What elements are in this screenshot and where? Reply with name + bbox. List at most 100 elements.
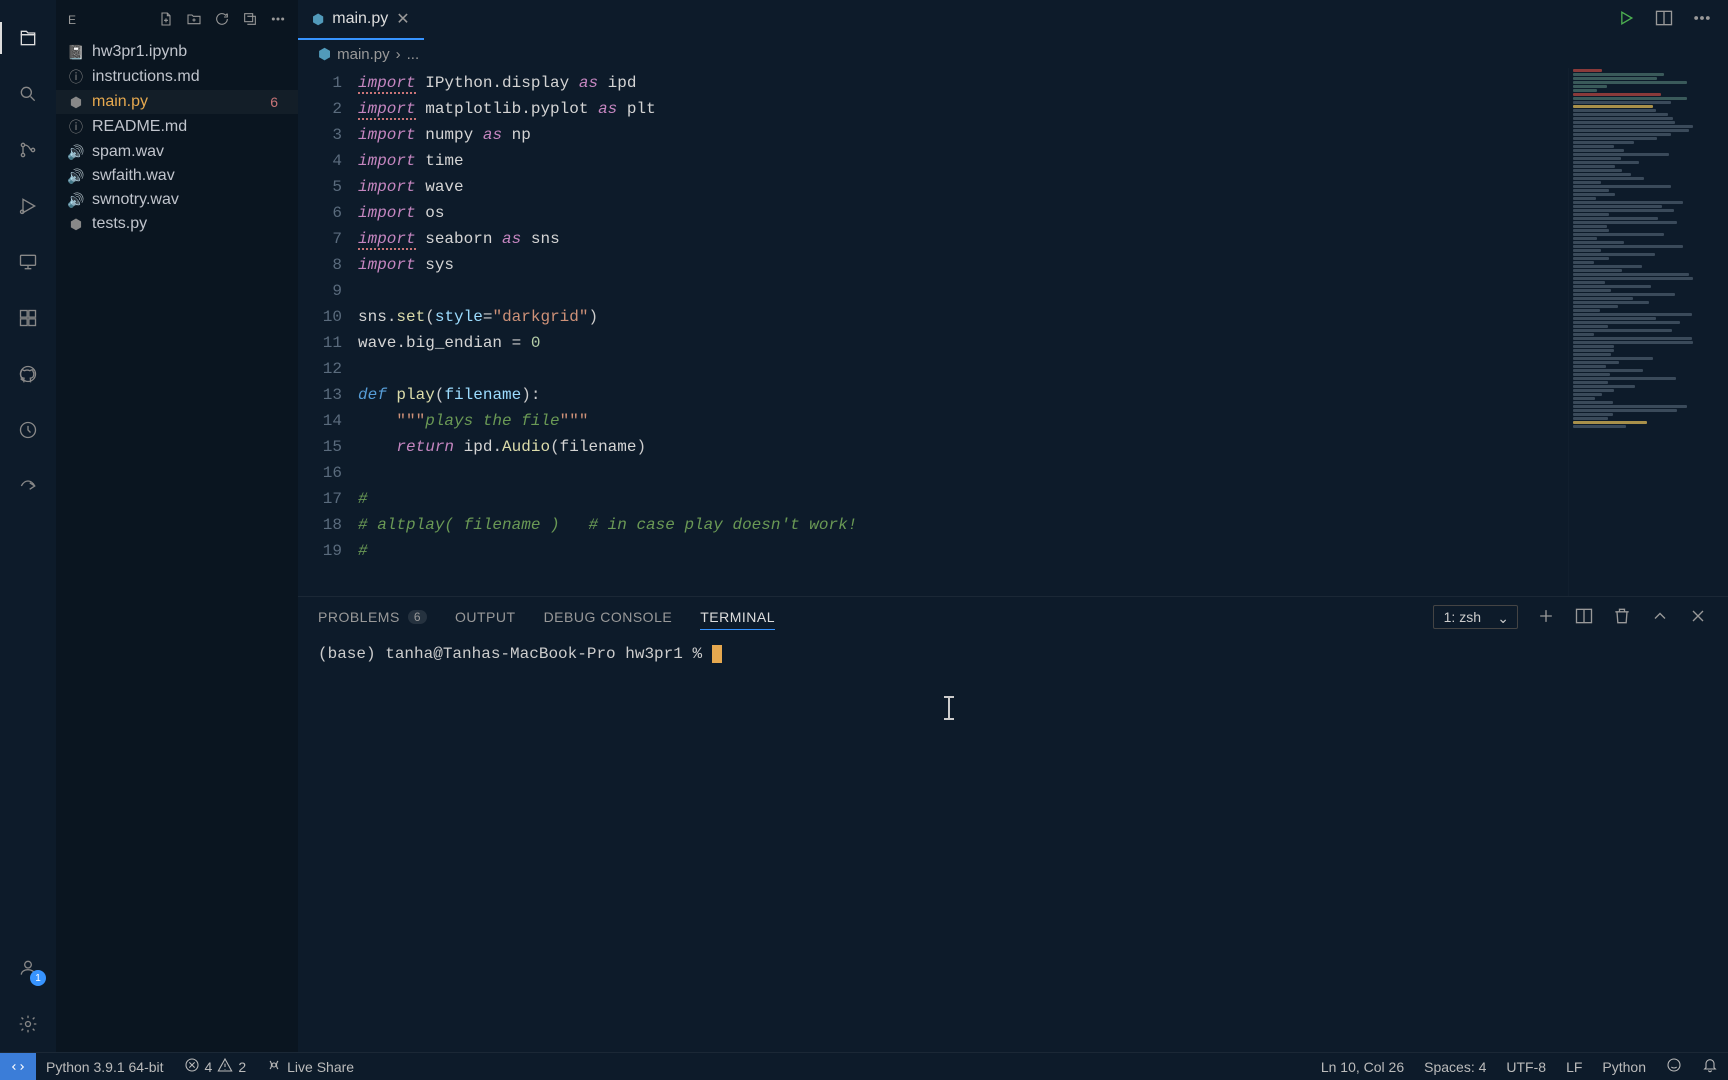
timeline-icon[interactable]	[12, 414, 44, 446]
status-notifications-icon[interactable]	[1692, 1057, 1728, 1076]
file-name: swnotry.wav	[92, 191, 179, 209]
file-item[interactable]: 🔊 swfaith.wav	[56, 164, 298, 188]
notebook-icon: 📓	[68, 44, 84, 61]
file-list: 📓 hw3pr1.ipynb ⓘ instructions.md ⬢ main.py 6 ⓘ R…	[56, 40, 298, 1052]
status-label: Python	[1602, 1059, 1646, 1075]
explorer-icon[interactable]	[12, 22, 44, 54]
file-name: hw3pr1.ipynb	[92, 43, 187, 61]
status-label: Ln 10, Col 26	[1321, 1059, 1404, 1075]
file-item[interactable]: ⓘ README.md	[56, 114, 298, 140]
new-file-icon[interactable]	[158, 11, 174, 30]
collapse-all-icon[interactable]	[242, 11, 258, 30]
extensions-icon[interactable]	[12, 302, 44, 334]
audio-icon: 🔊	[68, 144, 84, 161]
info-icon: ⓘ	[68, 67, 84, 87]
code-content[interactable]: import IPython.display as ipdimport matp…	[358, 68, 1728, 596]
tab-filename: main.py	[332, 10, 388, 28]
terminal-selector-label: 1: zsh	[1444, 609, 1481, 625]
new-terminal-icon[interactable]	[1536, 606, 1556, 629]
info-icon: ⓘ	[68, 117, 84, 137]
text-cursor-icon	[948, 697, 950, 719]
status-problems[interactable]: 4 2	[174, 1057, 257, 1076]
panel-tabs: PROBLEMS 6 OUTPUT DEBUG CONSOLE TERMINAL…	[298, 597, 1728, 637]
kill-terminal-icon[interactable]	[1612, 606, 1632, 629]
file-item[interactable]: ⬢tests.py	[56, 212, 298, 236]
status-bar: Python 3.9.1 64-bit 4 2 Live Share Ln 10…	[0, 1052, 1728, 1080]
breadcrumb-more: ...	[407, 46, 420, 63]
status-label: UTF-8	[1506, 1059, 1546, 1075]
minimap[interactable]	[1568, 68, 1728, 596]
file-item[interactable]: 🔊 swnotry.wav	[56, 188, 298, 212]
activity-bar: 1	[0, 0, 56, 1052]
status-warning-count: 2	[238, 1059, 246, 1075]
audio-icon: 🔊	[68, 192, 84, 209]
remote-indicator[interactable]	[0, 1053, 36, 1080]
status-language[interactable]: Python	[1592, 1057, 1656, 1076]
split-editor-icon[interactable]	[1654, 8, 1674, 33]
file-name: README.md	[92, 118, 187, 136]
line-numbers-gutter: 12345678910111213141516171819	[298, 68, 358, 596]
panel-tab-output[interactable]: OUTPUT	[455, 609, 516, 625]
file-problem-count: 6	[270, 94, 286, 110]
file-item[interactable]: ⬢ main.py 6	[56, 90, 298, 114]
file-item[interactable]: 📓 hw3pr1.ipynb	[56, 40, 298, 64]
share-icon[interactable]	[12, 470, 44, 502]
panel-tab-debug-console[interactable]: DEBUG CONSOLE	[544, 609, 673, 625]
new-folder-icon[interactable]	[186, 11, 202, 30]
explorer-sidebar: E 📓 hw3pr1.ipynb ⓘ instructions.md ⬢ main.py 6…	[56, 0, 298, 1052]
panel-tab-problems[interactable]: PROBLEMS 6	[318, 609, 427, 625]
run-file-icon[interactable]	[1616, 8, 1636, 33]
remote-explorer-icon[interactable]	[12, 246, 44, 278]
status-cursor-position[interactable]: Ln 10, Col 26	[1311, 1057, 1414, 1076]
status-live-share[interactable]: Live Share	[256, 1057, 364, 1076]
terminal-prompt: (base) tanha@Tanhas-MacBook-Pro hw3pr1 %	[318, 645, 712, 663]
terminal-body[interactable]: (base) tanha@Tanhas-MacBook-Pro hw3pr1 %	[298, 637, 1728, 1052]
panel-tab-terminal[interactable]: TERMINAL	[700, 609, 775, 630]
warning-icon	[217, 1057, 233, 1076]
github-icon[interactable]	[12, 358, 44, 390]
accounts-icon[interactable]: 1	[12, 952, 44, 984]
file-name: swfaith.wav	[92, 167, 175, 185]
code-editor[interactable]: 12345678910111213141516171819 import IPy…	[298, 68, 1728, 596]
close-panel-icon[interactable]	[1688, 606, 1708, 629]
sidebar-title: E	[68, 13, 76, 27]
file-item[interactable]: 🔊 spam.wav	[56, 140, 298, 164]
source-control-icon[interactable]	[12, 134, 44, 166]
panel-tab-label: TERMINAL	[700, 609, 775, 625]
status-error-count: 4	[205, 1059, 213, 1075]
editor-more-icon[interactable]	[1692, 8, 1712, 33]
file-name: spam.wav	[92, 143, 164, 161]
more-actions-icon[interactable]	[270, 11, 286, 30]
breadcrumb[interactable]: ⬢ main.py › ...	[298, 40, 1728, 68]
python-icon: ⬢	[68, 94, 84, 111]
run-debug-icon[interactable]	[12, 190, 44, 222]
error-icon	[184, 1057, 200, 1076]
file-name: instructions.md	[92, 68, 200, 86]
status-eol[interactable]: LF	[1556, 1057, 1592, 1076]
sidebar-header: E	[56, 0, 298, 40]
file-item[interactable]: ⓘ instructions.md	[56, 64, 298, 90]
settings-gear-icon[interactable]	[12, 1008, 44, 1040]
panel-tab-label: OUTPUT	[455, 609, 516, 625]
close-tab-icon[interactable]: ✕	[396, 9, 409, 29]
maximize-panel-icon[interactable]	[1650, 606, 1670, 629]
terminal-cursor	[712, 645, 722, 663]
status-feedback-icon[interactable]	[1656, 1057, 1692, 1076]
split-terminal-icon[interactable]	[1574, 606, 1594, 629]
accounts-badge: 1	[30, 970, 46, 986]
status-interpreter[interactable]: Python 3.9.1 64-bit	[36, 1059, 174, 1075]
tab-main-py[interactable]: ⬢ main.py ✕	[298, 0, 424, 40]
status-label: Spaces: 4	[1424, 1059, 1486, 1075]
status-indentation[interactable]: Spaces: 4	[1414, 1057, 1496, 1076]
file-name: main.py	[92, 93, 148, 111]
refresh-icon[interactable]	[214, 11, 230, 30]
terminal-selector[interactable]: 1: zsh ⌄	[1433, 605, 1518, 629]
python-icon: ⬢	[68, 216, 84, 233]
search-icon[interactable]	[12, 78, 44, 110]
problems-count: 6	[408, 610, 427, 624]
status-encoding[interactable]: UTF-8	[1496, 1057, 1556, 1076]
status-label: Python 3.9.1 64-bit	[46, 1059, 164, 1075]
panel-tab-label: DEBUG CONSOLE	[544, 609, 673, 625]
audio-icon: 🔊	[68, 168, 84, 185]
python-file-icon: ⬢	[318, 45, 331, 63]
